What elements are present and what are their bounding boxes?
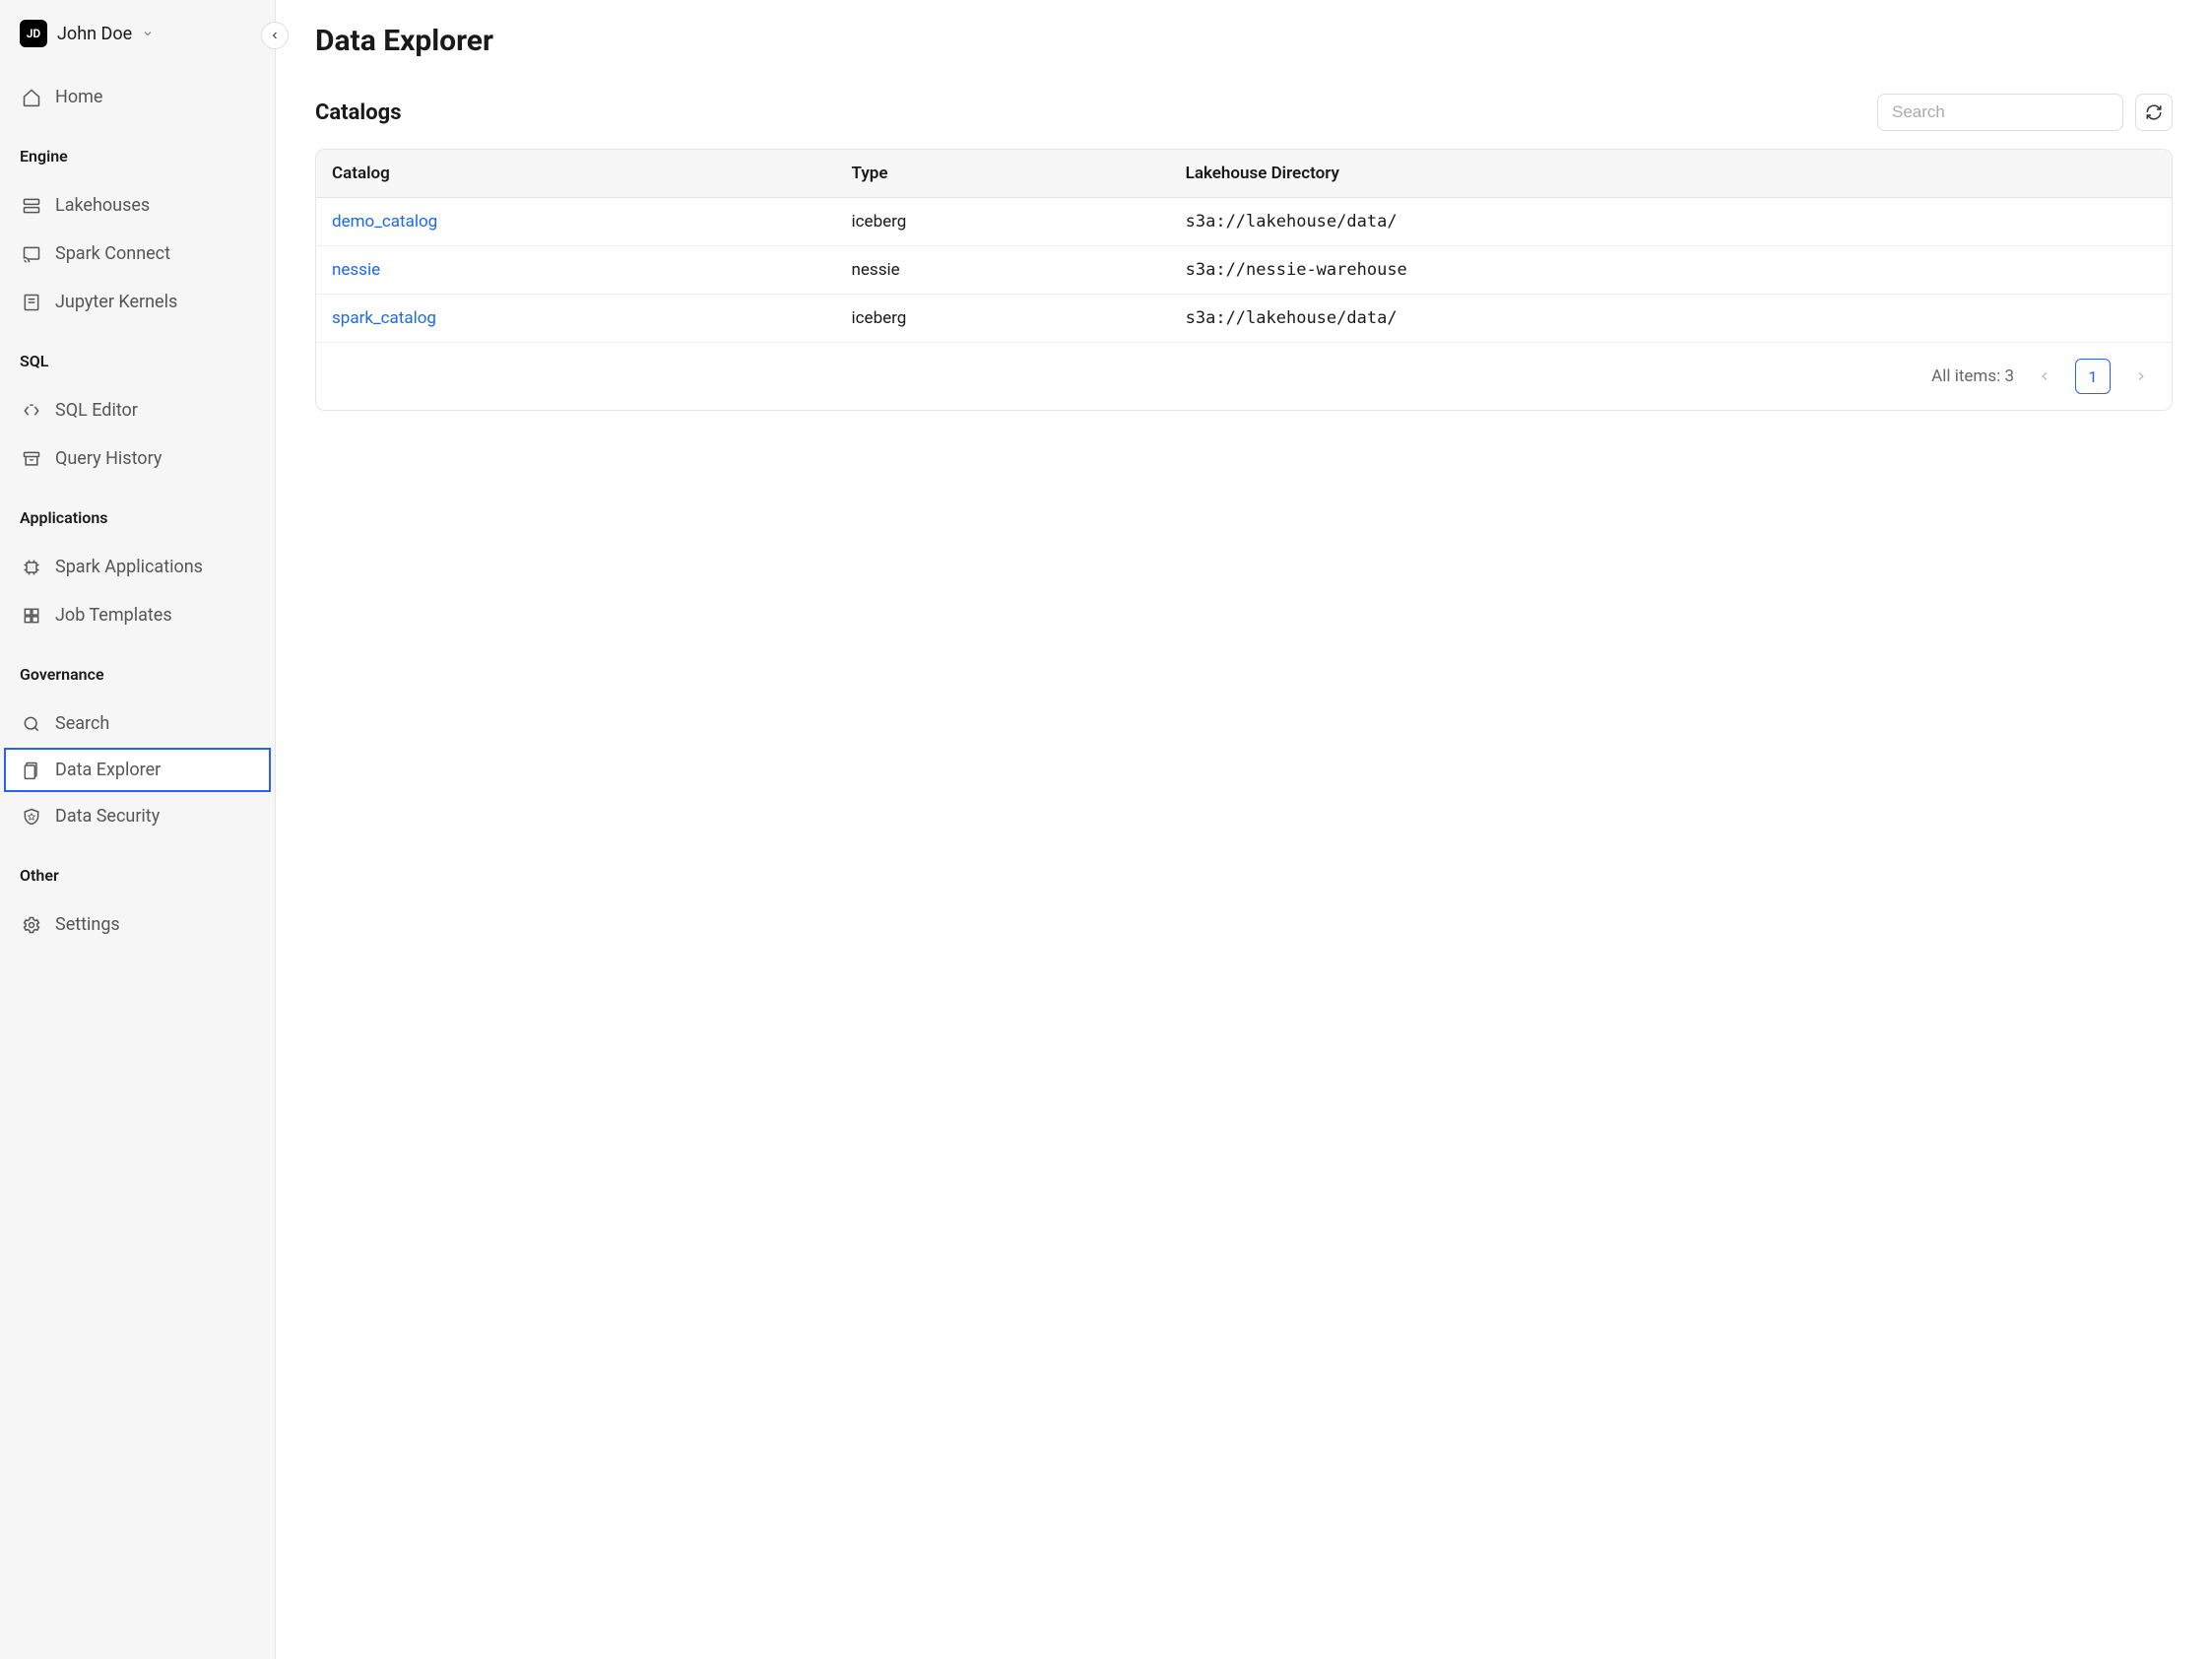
gear-icon <box>22 915 41 935</box>
sidebar-item-label: Data Security <box>55 806 160 827</box>
page-title: Data Explorer <box>315 24 2173 58</box>
sidebar-item-label: Lakehouses <box>55 195 150 216</box>
col-type: Type <box>836 150 1170 198</box>
grid-icon <box>22 606 41 626</box>
catalog-type: nessie <box>836 246 1170 295</box>
sidebar-item-label: Query History <box>55 448 162 469</box>
catalog-directory: s3a://nessie-warehouse <box>1170 246 2172 295</box>
table-row: demo_catalog iceberg s3a://lakehouse/dat… <box>316 198 2172 246</box>
catalog-directory: s3a://lakehouse/data/ <box>1170 295 2172 343</box>
refresh-button[interactable] <box>2135 94 2173 131</box>
section-title-other: Other <box>0 848 275 893</box>
catalog-type: iceberg <box>836 198 1170 246</box>
section-title-governance: Governance <box>0 647 275 692</box>
catalog-link[interactable]: spark_catalog <box>332 308 436 328</box>
user-menu[interactable]: JD John Doe <box>0 20 275 65</box>
sidebar-item-job-templates[interactable]: Job Templates <box>0 591 275 639</box>
col-directory: Lakehouse Directory <box>1170 150 2172 198</box>
sidebar-item-jupyter-kernels[interactable]: Jupyter Kernels <box>0 278 275 326</box>
chevron-down-icon <box>142 28 154 39</box>
catalog-type: iceberg <box>836 295 1170 343</box>
code-icon <box>22 401 41 421</box>
user-name: John Doe <box>57 24 132 44</box>
table-row: nessie nessie s3a://nessie-warehouse <box>316 246 2172 295</box>
sidebar-item-label: Home <box>55 87 102 107</box>
col-catalog: Catalog <box>316 150 836 198</box>
section-title-sql: SQL <box>0 334 275 378</box>
sidebar-item-label: Search <box>55 713 109 734</box>
sidebar-item-query-history[interactable]: Query History <box>0 434 275 483</box>
archive-icon <box>22 449 41 469</box>
chip-icon <box>22 558 41 577</box>
sidebar-item-spark-applications[interactable]: Spark Applications <box>0 543 275 591</box>
sidebar-item-lakehouses[interactable]: Lakehouses <box>0 181 275 230</box>
data-icon <box>22 761 41 780</box>
section-title-engine: Engine <box>0 129 275 173</box>
cast-icon <box>22 244 41 264</box>
notebook-icon <box>22 293 41 312</box>
sidebar-item-label: Spark Connect <box>55 243 170 264</box>
items-count: All items: 3 <box>1931 366 2014 386</box>
section-title-applications: Applications <box>0 491 275 535</box>
sidebar-item-search[interactable]: Search <box>0 699 275 748</box>
sidebar-item-label: Job Templates <box>55 605 172 626</box>
home-icon <box>22 88 41 107</box>
sidebar-item-data-security[interactable]: Data Security <box>0 792 275 840</box>
shield-icon <box>22 807 41 827</box>
search-input[interactable] <box>1877 94 2123 131</box>
page-number[interactable]: 1 <box>2075 359 2111 394</box>
sidebar-item-settings[interactable]: Settings <box>0 900 275 949</box>
server-icon <box>22 196 41 216</box>
catalog-directory: s3a://lakehouse/data/ <box>1170 198 2172 246</box>
sidebar-item-label: Spark Applications <box>55 557 203 577</box>
sidebar: JD John Doe Home Engine Lak <box>0 0 276 1659</box>
sidebar-item-label: Settings <box>55 914 120 935</box>
next-page-button[interactable] <box>2130 365 2152 387</box>
catalogs-heading: Catalogs <box>315 100 402 125</box>
table-row: spark_catalog iceberg s3a://lakehouse/da… <box>316 295 2172 343</box>
catalog-link[interactable]: nessie <box>332 260 380 280</box>
catalogs-table: Catalog Type Lakehouse Directory demo_ca… <box>315 149 2173 411</box>
main-content: Data Explorer Catalogs Catalog Type Lake… <box>276 0 2212 1659</box>
sidebar-item-label: SQL Editor <box>55 400 138 421</box>
collapse-sidebar-button[interactable] <box>261 22 289 49</box>
table-footer: All items: 3 1 <box>316 342 2172 410</box>
sidebar-item-home[interactable]: Home <box>0 73 275 121</box>
sidebar-item-spark-connect[interactable]: Spark Connect <box>0 230 275 278</box>
sidebar-item-label: Jupyter Kernels <box>55 292 177 312</box>
search-icon <box>22 714 41 734</box>
avatar: JD <box>20 20 47 47</box>
sidebar-item-label: Data Explorer <box>55 760 161 780</box>
sidebar-item-data-explorer[interactable]: Data Explorer <box>4 748 271 792</box>
prev-page-button[interactable] <box>2034 365 2055 387</box>
catalog-link[interactable]: demo_catalog <box>332 212 437 232</box>
sidebar-item-sql-editor[interactable]: SQL Editor <box>0 386 275 434</box>
